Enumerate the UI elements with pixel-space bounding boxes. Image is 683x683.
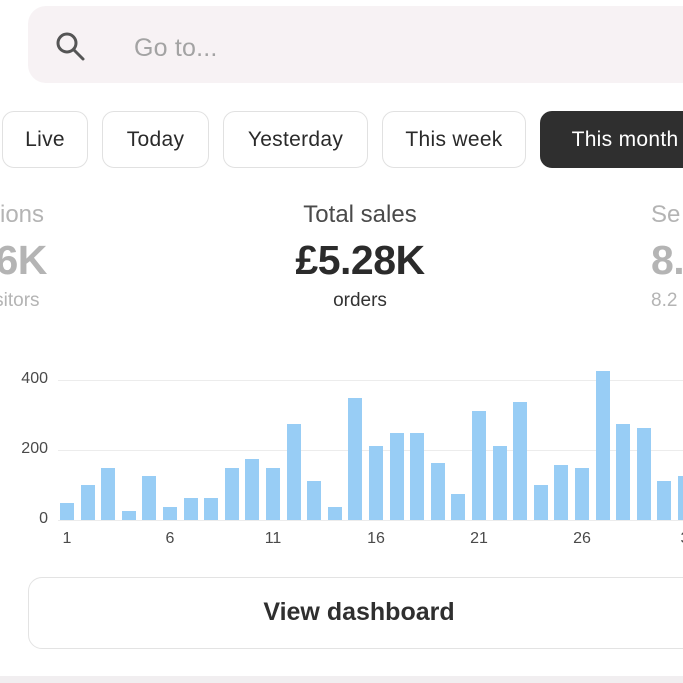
bar-day-30[interactable] bbox=[657, 480, 672, 520]
x-tick-label: 26 bbox=[573, 530, 591, 547]
metric-value: £5.28K bbox=[295, 237, 425, 283]
bar-day-13[interactable] bbox=[307, 480, 322, 520]
x-tick-label: 16 bbox=[367, 530, 385, 547]
x-tick-label: 3 bbox=[665, 530, 683, 548]
x-tick-label: 11 bbox=[264, 530, 282, 547]
bar-day-19[interactable] bbox=[430, 463, 445, 520]
y-tick-label: 0 bbox=[39, 510, 48, 527]
metric-label: Total sales bbox=[303, 201, 417, 228]
range-live-button[interactable]: Live bbox=[2, 111, 88, 168]
bar-day-17[interactable] bbox=[389, 432, 404, 520]
bar-day-28[interactable] bbox=[616, 423, 631, 520]
metric-label: Se bbox=[651, 201, 681, 228]
x-tick-label: 6 bbox=[165, 530, 175, 547]
metric-label: ssions bbox=[0, 201, 45, 228]
bar-day-5[interactable] bbox=[142, 476, 157, 520]
bar-day-3[interactable] bbox=[101, 467, 116, 520]
range-label: Yesterday bbox=[247, 127, 344, 151]
bar-day-14[interactable] bbox=[327, 506, 342, 520]
range-today-button[interactable]: Today bbox=[102, 111, 209, 168]
gridline bbox=[58, 520, 683, 521]
bar-day-15[interactable] bbox=[348, 397, 363, 520]
range-this-week-button[interactable]: This week bbox=[382, 111, 526, 168]
bar-day-16[interactable] bbox=[369, 445, 383, 520]
metric-sessions-rate-card[interactable]: Se 8. 8.2 bbox=[651, 198, 683, 316]
view-dashboard-label: View dashboard bbox=[263, 598, 455, 626]
bar-day-7[interactable] bbox=[183, 498, 198, 520]
range-label: This week bbox=[405, 127, 503, 151]
range-label: Today bbox=[126, 127, 185, 151]
bar-day-8[interactable] bbox=[204, 498, 219, 520]
range-yesterday-button[interactable]: Yesterday bbox=[223, 111, 368, 168]
y-tick-label: 200 bbox=[21, 440, 48, 457]
metric-value: 06K bbox=[0, 237, 47, 283]
metric-total-sales-card[interactable]: Total sales £5.28K orders bbox=[245, 198, 475, 316]
search-placeholder[interactable]: Go to... bbox=[134, 34, 218, 63]
bar-day-6[interactable] bbox=[163, 506, 177, 520]
bar-day-29[interactable] bbox=[636, 428, 651, 520]
y-tick-label: 400 bbox=[21, 370, 48, 387]
bar-day-23[interactable] bbox=[513, 401, 528, 520]
range-label: This month bbox=[571, 127, 679, 151]
bottom-divider bbox=[0, 676, 683, 683]
bar-day-12[interactable] bbox=[286, 423, 301, 520]
bar-day-26[interactable] bbox=[575, 467, 589, 520]
metric-value: 8. bbox=[651, 237, 683, 283]
bar-day-27[interactable] bbox=[595, 371, 610, 520]
bar-day-31[interactable] bbox=[678, 476, 683, 520]
bar-day-9[interactable] bbox=[224, 467, 239, 520]
x-tick-label: 21 bbox=[470, 530, 488, 547]
metric-sub: visitors bbox=[0, 290, 40, 311]
bar-day-2[interactable] bbox=[80, 485, 95, 520]
search-bar[interactable]: Go to... bbox=[28, 6, 683, 83]
metric-sub: orders bbox=[333, 290, 387, 311]
range-label: Live bbox=[25, 127, 65, 151]
range-this-month-button[interactable]: This month bbox=[540, 111, 683, 168]
bar-day-1[interactable] bbox=[60, 503, 74, 520]
bar-day-18[interactable] bbox=[410, 432, 425, 520]
bar-day-20[interactable] bbox=[451, 493, 466, 520]
bar-day-10[interactable] bbox=[245, 458, 260, 520]
metric-sessions-card[interactable]: ssions 06K visitors bbox=[0, 198, 125, 316]
bar-day-4[interactable] bbox=[121, 511, 136, 520]
x-tick-label: 1 bbox=[62, 530, 72, 547]
bar-day-21[interactable] bbox=[472, 410, 486, 520]
bar-day-11[interactable] bbox=[266, 467, 280, 520]
metric-sub: 8.2 bbox=[651, 290, 678, 311]
search-icon bbox=[56, 32, 85, 61]
view-dashboard-button[interactable]: View dashboard bbox=[28, 577, 683, 649]
bar-day-22[interactable] bbox=[492, 445, 507, 520]
bar-day-25[interactable] bbox=[554, 464, 569, 520]
gridline bbox=[58, 380, 683, 381]
bar-day-24[interactable] bbox=[533, 485, 548, 520]
